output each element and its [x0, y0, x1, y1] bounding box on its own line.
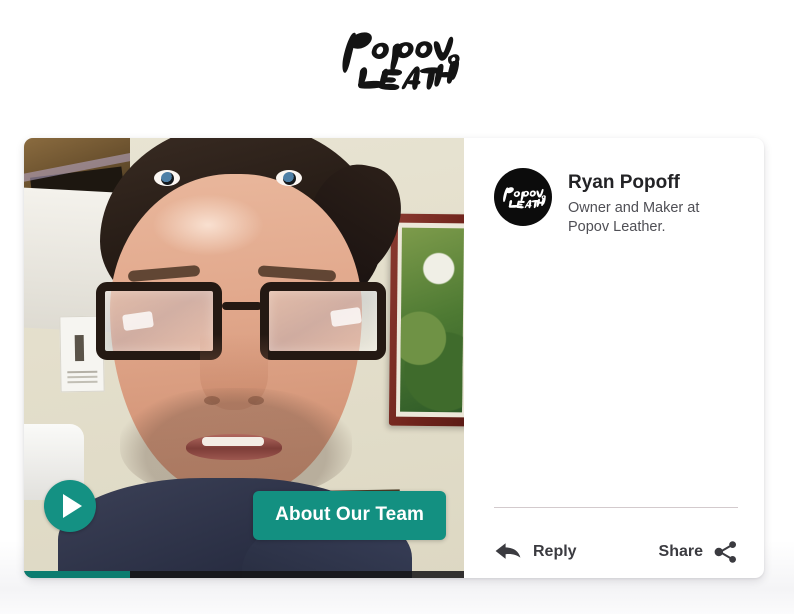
- share-label: Share: [658, 543, 703, 560]
- author-text: Ryan Popoff Owner and Maker at Popov Lea…: [568, 168, 738, 236]
- reply-arrow-icon: [494, 540, 522, 564]
- reply-label: Reply: [533, 543, 577, 560]
- author-name: Ryan Popoff: [568, 172, 680, 193]
- author-subtitle: Owner and Maker at Popov Leather.: [568, 199, 700, 235]
- share-nodes-icon: [714, 541, 738, 563]
- video-progress-fill: [24, 571, 130, 578]
- lens-glint-right: [330, 306, 362, 328]
- lens-glint-left: [122, 310, 154, 332]
- play-icon: [63, 494, 82, 518]
- glasses-bridge: [222, 302, 262, 310]
- popov-leather-logo: [334, 24, 460, 94]
- author-profile: Ryan Popoff Owner and Maker at Popov Lea…: [494, 168, 738, 236]
- reply-button[interactable]: Reply: [494, 540, 577, 564]
- panel-actions: Reply Share: [494, 508, 738, 578]
- about-our-team-button[interactable]: About Our Team: [253, 491, 446, 540]
- eye-left: [154, 170, 180, 186]
- testimonial-panel: Ryan Popoff Owner and Maker at Popov Lea…: [464, 138, 764, 578]
- video-progress-bar[interactable]: [24, 571, 464, 578]
- share-button[interactable]: Share: [659, 541, 738, 563]
- teeth: [202, 437, 264, 446]
- video-player[interactable]: About Our Team: [24, 138, 464, 578]
- mouth: [186, 434, 282, 460]
- panel-body-empty: [494, 236, 738, 507]
- page-header: [0, 0, 794, 118]
- forehead-highlight: [152, 194, 264, 256]
- lens-right: [260, 282, 386, 360]
- eye-right: [276, 170, 302, 186]
- avatar: [494, 168, 552, 226]
- testimonial-card: About Our Team Ryan Popoff Owner and Mak…: [24, 138, 764, 578]
- play-button[interactable]: [44, 480, 96, 532]
